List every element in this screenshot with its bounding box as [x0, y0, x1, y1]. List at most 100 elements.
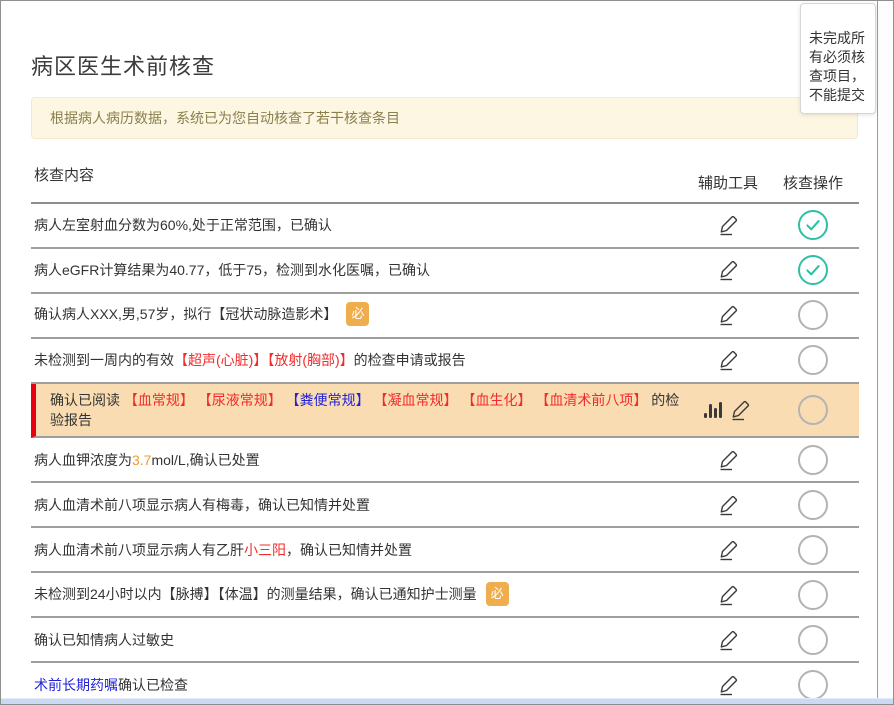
- required-badge: 必: [346, 302, 369, 326]
- check-item-segment: 确认已知情病人过敏史: [34, 632, 174, 648]
- table-row: 确认已知情病人过敏史: [31, 618, 859, 663]
- edit-pencil-icon[interactable]: [715, 492, 742, 518]
- edit-pencil-icon[interactable]: [715, 537, 742, 563]
- edit-pencil-icon[interactable]: [715, 447, 742, 473]
- check-item-segment: 确认已阅读: [50, 392, 124, 408]
- row-ops: [767, 535, 859, 565]
- check-icon: [800, 212, 826, 238]
- check-item-segment: ，确认已知情并处置: [286, 542, 412, 558]
- row-ops: [767, 210, 859, 240]
- status-circle-unchecked[interactable]: [798, 345, 828, 375]
- row-ops: [767, 255, 859, 285]
- check-table: 核查内容 辅助工具 核查操作 病人左室射血分数为60%,处于正常范围，已确认 病…: [31, 159, 859, 704]
- check-item-segment: mol/L,确认已处置: [151, 452, 259, 468]
- row-tools: [689, 627, 767, 653]
- check-item-segment-red: 【凝血常规】: [370, 392, 458, 408]
- table-row: 病人eGFR计算结果为40.77，低于75，检测到水化医嘱，已确认: [31, 249, 859, 294]
- row-ops: [767, 670, 859, 700]
- submit-blocked-tooltip: 未完成所有必须核查项目，不能提交: [800, 3, 876, 114]
- row-tools: [689, 347, 767, 373]
- row-ops: [767, 490, 859, 520]
- status-circle-checked[interactable]: [798, 210, 828, 240]
- check-item-segment-red: 小三阳: [244, 542, 286, 558]
- check-item-segment: 未检测到一周内的有效: [34, 352, 174, 368]
- row-tools: [689, 302, 767, 328]
- check-item-segment-red: 【血生化】: [458, 392, 532, 408]
- check-item-segment-orange: 3.7: [132, 452, 151, 468]
- edit-pencil-icon[interactable]: [715, 257, 742, 283]
- table-row: 确认病人XXX,男,57岁，拟行【冠状动脉造影术】必: [31, 294, 859, 339]
- check-item-text: 病人eGFR计算结果为40.77，低于75，检测到水化医嘱，已确认: [31, 254, 689, 286]
- row-tools: [689, 257, 767, 283]
- table-row: 未检测到一周内的有效【超声(心脏)】【放射(胸部)】的检查申请或报告: [31, 339, 859, 384]
- status-circle-unchecked[interactable]: [798, 445, 828, 475]
- edit-pencil-icon[interactable]: [715, 347, 742, 373]
- row-ops: [767, 580, 859, 610]
- row-ops: [767, 445, 859, 475]
- check-item-text: 确认已知情病人过敏史: [31, 624, 689, 656]
- check-item-segment-red: 【放射(胸部)】: [267, 352, 353, 368]
- main-content: 病区医生术前核查 根据病人病历数据，系统已为您自动核查了若干核查条目 核查内容 …: [1, 1, 878, 704]
- scrollbar-track[interactable]: [877, 1, 893, 698]
- check-item-text: 术前长期药嘱确认已检查: [31, 669, 689, 701]
- status-circle-unchecked[interactable]: [798, 580, 828, 610]
- row-ops: [767, 395, 859, 425]
- row-tools: [689, 582, 767, 608]
- col-header-content: 核查内容: [31, 159, 689, 193]
- tooltip-text: 未完成所有必须核查项目，不能提交: [809, 30, 865, 103]
- row-ops: [767, 345, 859, 375]
- check-icon: [800, 257, 826, 283]
- row-tools: [689, 212, 767, 238]
- check-item-segment: 确认病人XXX,男,57岁，拟行【冠状动脉造影术】: [34, 306, 337, 322]
- check-item-segment: 病人血清术前八项显示病人有乙肝: [34, 542, 244, 558]
- check-item-text: 确认病人XXX,男,57岁，拟行【冠状动脉造影术】必: [31, 298, 689, 332]
- check-item-text: 病人血清术前八项显示病人有乙肝小三阳，确认已知情并处置: [31, 534, 689, 566]
- col-header-tools: 辅助工具: [689, 172, 767, 193]
- check-item-text: 未检测到一周内的有效【超声(心脏)】【放射(胸部)】的检查申请或报告: [31, 344, 689, 376]
- check-item-segment-red: 【超声(心脏)】: [174, 352, 267, 368]
- check-item-text: 病人血钾浓度为3.7mol/L,确认已处置: [31, 444, 689, 476]
- alert-banner: 根据病人病历数据，系统已为您自动核查了若干核查条目: [31, 97, 858, 139]
- check-item-segment: 病人血清术前八项显示病人有梅毒，确认已知情并处置: [34, 497, 370, 513]
- check-item-segment-blue[interactable]: 术前长期药嘱: [34, 677, 118, 693]
- edit-pencil-icon[interactable]: [715, 212, 742, 238]
- status-circle-unchecked[interactable]: [798, 625, 828, 655]
- check-item-segment: 未检测到24小时以内【脉搏】【体温】的测量结果，确认已通知护士测量: [34, 586, 477, 602]
- check-item-segment: 病人左室射血分数为60%,处于正常范围，已确认: [34, 217, 332, 233]
- edit-pencil-icon[interactable]: [715, 582, 742, 608]
- preop-check-window: 病区医生术前核查 根据病人病历数据，系统已为您自动核查了若干核查条目 核查内容 …: [0, 0, 894, 705]
- table-row: 确认已阅读 【血常规】 【尿液常规】 【粪便常规】 【凝血常规】 【血生化】 【…: [31, 384, 859, 439]
- table-row: 病人血清术前八项显示病人有乙肝小三阳，确认已知情并处置: [31, 528, 859, 573]
- table-row: 病人血钾浓度为3.7mol/L,确认已处置: [31, 438, 859, 483]
- required-badge: 必: [486, 582, 509, 606]
- row-ops: [767, 625, 859, 655]
- status-circle-checked[interactable]: [798, 255, 828, 285]
- table-header-row: 核查内容 辅助工具 核查操作: [31, 159, 859, 204]
- check-item-text: 病人左室射血分数为60%,处于正常范围，已确认: [31, 209, 689, 241]
- row-tools: [689, 672, 767, 698]
- col-header-ops: 核查操作: [767, 172, 859, 193]
- check-item-segment: 病人eGFR计算结果为40.77，低于75，检测到水化医嘱，已确认: [34, 262, 430, 278]
- status-circle-unchecked[interactable]: [798, 395, 828, 425]
- row-ops: [767, 300, 859, 330]
- table-row: 病人血清术前八项显示病人有梅毒，确认已知情并处置: [31, 483, 859, 528]
- status-circle-unchecked[interactable]: [798, 535, 828, 565]
- check-item-segment-blue[interactable]: 【粪便常规】: [282, 392, 370, 408]
- status-circle-unchecked[interactable]: [798, 300, 828, 330]
- bar-chart-icon[interactable]: [703, 397, 724, 423]
- check-item-text: 未检测到24小时以内【脉搏】【体温】的测量结果，确认已通知护士测量必: [31, 578, 689, 612]
- check-item-segment: 的检查申请或报告: [354, 352, 466, 368]
- edit-pencil-icon[interactable]: [715, 627, 742, 653]
- row-tools: [689, 537, 767, 563]
- status-circle-unchecked[interactable]: [798, 490, 828, 520]
- edit-pencil-icon[interactable]: [715, 672, 742, 698]
- table-row: 病人左室射血分数为60%,处于正常范围，已确认: [31, 204, 859, 249]
- edit-pencil-icon[interactable]: [727, 397, 754, 423]
- status-circle-unchecked[interactable]: [798, 670, 828, 700]
- edit-pencil-icon[interactable]: [715, 302, 742, 328]
- check-item-text: 病人血清术前八项显示病人有梅毒，确认已知情并处置: [31, 489, 689, 521]
- page-title: 病区医生术前核查: [31, 49, 878, 81]
- row-tools: [689, 492, 767, 518]
- check-item-segment-red: 【血清术前八项】: [531, 392, 647, 408]
- check-table-body: 病人左室射血分数为60%,处于正常范围，已确认 病人eGFR计算结果为40.77…: [31, 204, 859, 704]
